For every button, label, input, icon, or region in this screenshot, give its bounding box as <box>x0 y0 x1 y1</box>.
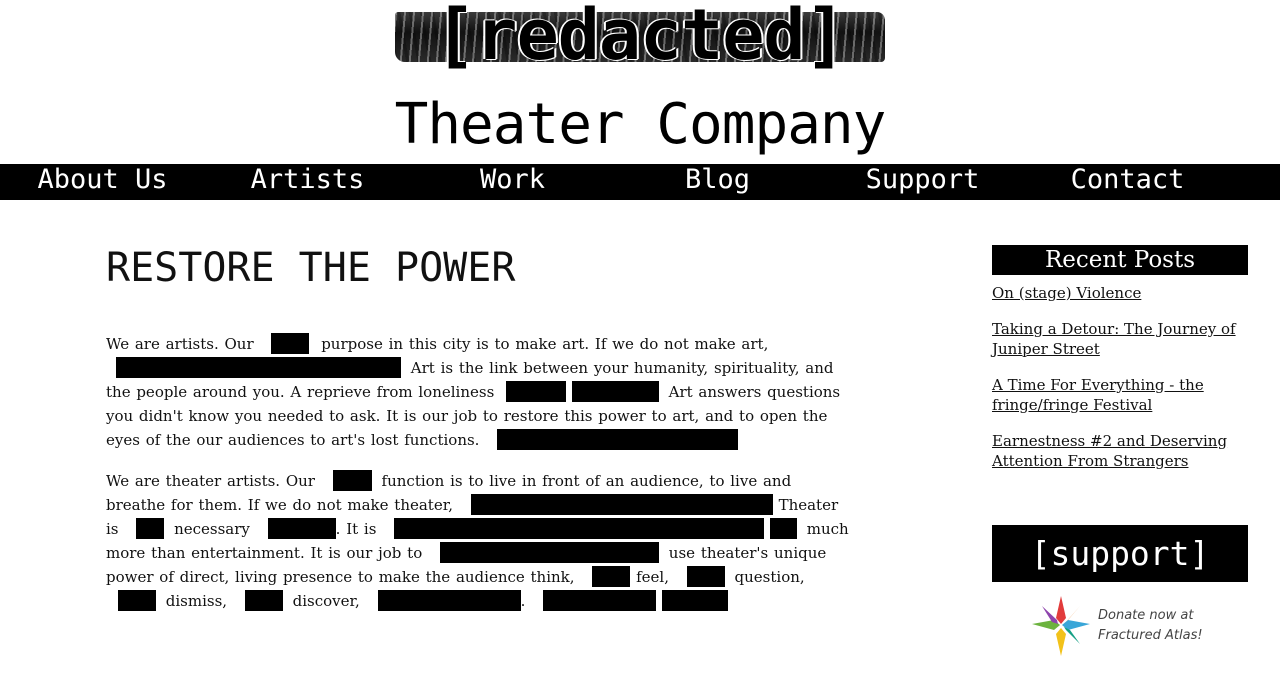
nav-item-contact[interactable]: Contact <box>1025 164 1230 200</box>
paragraph-theater-artists: We are theater artists. Our function is … <box>106 469 856 613</box>
redaction-bar <box>769 518 797 539</box>
paragraph-artists: We are artists. Our purpose in this city… <box>106 332 856 452</box>
site-logo[interactable]: [redacted] <box>395 0 885 70</box>
text-segment: . It is <box>335 520 377 538</box>
recent-post-link[interactable]: Earnestness #2 and Deserving Attention F… <box>992 431 1248 471</box>
redaction-bar <box>497 429 739 450</box>
text-segment: We are theater artists. Our <box>106 472 315 490</box>
redaction-bar <box>506 381 567 402</box>
nav-item-artists[interactable]: Artists <box>205 164 410 200</box>
text-segment: function is to live in front of an audie… <box>381 472 758 490</box>
redaction-bar <box>592 566 631 587</box>
redaction-bar <box>116 357 401 378</box>
main-content: RESTORE THE POWER We are artists. Our pu… <box>106 240 856 630</box>
text-segment: dismiss, <box>165 592 228 610</box>
text-segment: question, <box>734 568 805 586</box>
redaction-bar <box>686 566 725 587</box>
donate-line-2: Fractured Atlas! <box>1098 628 1203 643</box>
redaction-bar <box>244 590 283 611</box>
star-icon <box>1032 596 1090 656</box>
nav-item-about-us[interactable]: About Us <box>0 164 205 200</box>
text-segment: functions. <box>404 431 480 449</box>
redaction-bar <box>377 590 521 611</box>
nav-item-support[interactable]: Support <box>820 164 1025 200</box>
text-segment: discover, <box>292 592 360 610</box>
redaction-bar <box>394 518 765 539</box>
recent-post-link[interactable]: A Time For Everything - the fringe/fring… <box>992 375 1248 415</box>
redaction-bar <box>470 494 773 515</box>
recent-post-link[interactable]: On (stage) Violence <box>992 283 1248 303</box>
redaction-bar <box>118 590 156 611</box>
sidebar: Recent Posts On (stage) Violence Taking … <box>992 245 1248 471</box>
donate-line-1: Donate now at <box>1098 608 1194 623</box>
redaction-bar <box>271 333 310 354</box>
text-segment: purpose in this city is to make art. If … <box>321 335 769 353</box>
redaction-bar <box>267 518 336 539</box>
recent-post-link[interactable]: Taking a Detour: The Journey of Juniper … <box>992 319 1248 359</box>
recent-posts-heading: Recent Posts <box>992 245 1248 275</box>
text-segment: . <box>520 592 526 610</box>
redaction-bar <box>332 470 372 491</box>
logo-text: [redacted] <box>434 0 846 76</box>
text-segment: feel, <box>636 568 669 586</box>
donate-fractured-atlas-link[interactable]: Donate now at Fractured Atlas! <box>1030 594 1220 658</box>
redaction-bar <box>571 381 659 402</box>
nav-item-blog[interactable]: Blog <box>615 164 820 200</box>
redaction-bar <box>661 590 728 611</box>
redaction-bar <box>440 542 660 563</box>
text-segment: necessary <box>174 520 250 538</box>
text-segment: use <box>668 544 696 562</box>
company-name: Theater Company <box>394 92 887 157</box>
donate-text: Donate now at Fractured Atlas! <box>1098 606 1203 646</box>
support-button[interactable]: [support] <box>992 525 1248 582</box>
redaction-bar <box>136 518 165 539</box>
page-title: RESTORE THE POWER <box>106 245 516 291</box>
nav-item-work[interactable]: Work <box>410 164 615 200</box>
main-nav: About Us Artists Work Blog Support Conta… <box>0 164 1280 200</box>
text-segment: Art is the link between your humanity, <box>410 359 709 377</box>
text-segment: We are artists. Our <box>106 335 254 353</box>
redaction-bar <box>543 590 657 611</box>
